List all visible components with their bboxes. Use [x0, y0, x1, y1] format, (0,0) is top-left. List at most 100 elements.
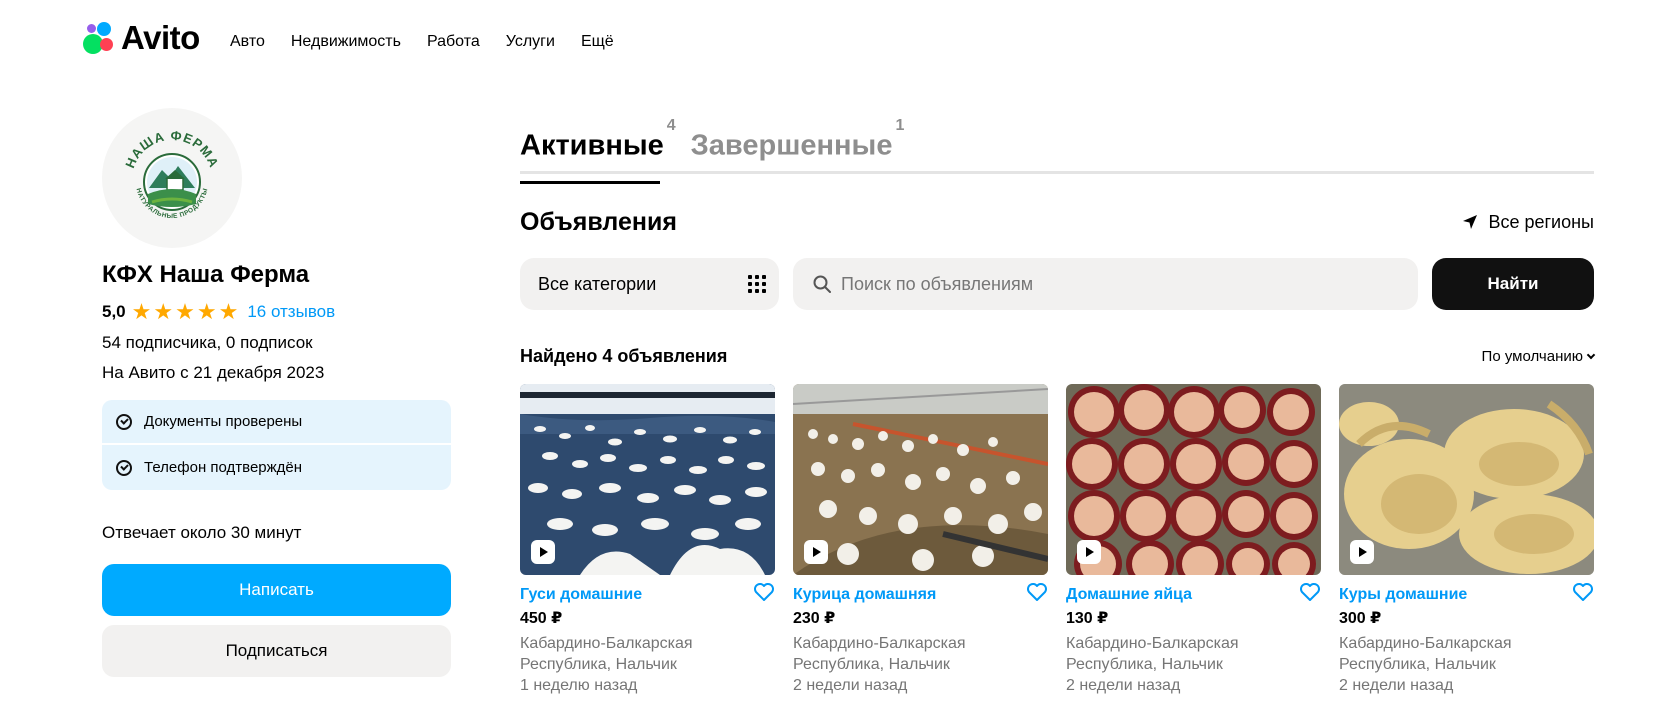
listing-price: 300 ₽	[1339, 610, 1382, 627]
listing-location: Кабардино-Балкарская Республика, Нальчик	[793, 633, 1048, 675]
location-line: Республика, Нальчик	[520, 656, 677, 673]
reviews-link[interactable]: 16 отзывов	[247, 302, 335, 322]
seller-avatar[interactable]: НАША ФЕРМА НАТУРАЛЬНЫЕ ПРОДУКТЫ	[102, 108, 242, 248]
chevron-down-icon	[1586, 350, 1596, 359]
star-icon: ★	[218, 299, 239, 324]
location-line: Республика, Нальчик	[1066, 656, 1223, 673]
tab-label: Завершенные	[690, 129, 893, 162]
section-header: Объявления Все регионы	[520, 204, 1594, 240]
nav-item-auto[interactable]: Авто	[230, 31, 265, 53]
listing-title[interactable]: Гуси домашние	[520, 585, 642, 605]
check-circle-icon	[116, 413, 132, 430]
nav-item-more[interactable]: Ещё	[581, 31, 614, 53]
video-play-icon	[531, 540, 555, 564]
subscribers-count[interactable]: 54 подписчика, 0 подписок	[102, 332, 451, 354]
card-title-row: Домашние яйца	[1066, 582, 1321, 605]
response-time: Отвечает около 30 минут	[102, 523, 302, 542]
listing-photo[interactable]	[1066, 384, 1321, 575]
listing-date: 2 недели назад	[1339, 677, 1454, 694]
star-icon: ★	[196, 299, 217, 324]
location-arrow-icon	[1463, 215, 1478, 229]
listing-title[interactable]: Курица домашняя	[793, 585, 936, 605]
rating-value: 5,0	[102, 302, 126, 321]
regions-label: Все регионы	[1488, 211, 1594, 232]
write-message-button[interactable]: Написать	[102, 564, 451, 616]
avito-logo[interactable]: Avito	[83, 18, 200, 56]
location-line: Республика, Нальчик	[1339, 656, 1496, 673]
check-circle-icon	[116, 459, 132, 476]
listing-card[interactable]: Куры домашние 300 ₽ Кабардино-Балкарская…	[1339, 384, 1594, 696]
heart-icon[interactable]	[1572, 582, 1594, 602]
search-row: Все категории Найти	[520, 258, 1594, 310]
listing-date: 1 неделю назад	[520, 677, 638, 694]
listing-date: 2 недели назад	[793, 677, 908, 694]
listing-photo[interactable]	[793, 384, 1048, 575]
section-title: Объявления	[520, 207, 677, 236]
sort-dropdown[interactable]: По умолчанию	[1481, 347, 1596, 365]
star-icon: ★	[175, 299, 195, 324]
tab-active[interactable]: Активные4	[520, 110, 676, 184]
card-title-row: Гуси домашние	[520, 582, 775, 605]
verification-label: Документы проверены	[144, 413, 303, 430]
find-button[interactable]: Найти	[1432, 258, 1594, 310]
regions-selector[interactable]: Все регионы	[1462, 212, 1594, 233]
sort-label: По умолчанию	[1481, 347, 1583, 365]
listing-card[interactable]: Курица домашняя 230 ₽ Кабардино-Балкарск…	[793, 384, 1048, 696]
location-line: Кабардино-Балкарская	[1066, 635, 1239, 652]
avito-logo-icon	[83, 20, 119, 54]
search-icon	[813, 275, 831, 293]
farm-logo-image: НАША ФЕРМА НАТУРАЛЬНЫЕ ПРОДУКТЫ	[122, 128, 221, 220]
heart-icon[interactable]	[1299, 582, 1321, 602]
category-select[interactable]: Все категории	[520, 258, 779, 310]
location-line: Кабардино-Балкарская	[520, 635, 693, 652]
listing-cards: Гуси домашние 450 ₽ Кабардино-Балкарская…	[520, 384, 1594, 696]
verification-box: Документы проверены Телефон подтверждён	[102, 400, 451, 490]
listing-location: Кабардино-Балкарская Республика, Нальчик	[1339, 633, 1594, 675]
listing-photo[interactable]	[1339, 384, 1594, 575]
chickens-photo	[793, 384, 1048, 575]
category-label: Все категории	[538, 273, 657, 294]
tab-count: 4	[666, 117, 676, 134]
star-icon: ★	[131, 299, 152, 324]
listing-title[interactable]: Куры домашние	[1339, 585, 1467, 605]
tab-completed[interactable]: Завершенные1	[691, 110, 905, 171]
subscribe-button[interactable]: Подписаться	[102, 625, 451, 677]
main-nav: Авто Недвижимость Работа Услуги Ещё	[230, 31, 640, 53]
search-input[interactable]	[841, 273, 1381, 295]
geese-photo	[520, 384, 775, 575]
listing-location: Кабардино-Балкарская Республика, Нальчик	[520, 633, 775, 675]
location-line: Кабардино-Балкарская	[793, 635, 966, 652]
verification-phone: Телефон подтверждён	[102, 445, 451, 490]
location-line: Кабардино-Балкарская	[1339, 635, 1512, 652]
verification-label: Телефон подтверждён	[144, 459, 303, 476]
star-icon: ★	[153, 299, 174, 324]
logo-text: Avito	[121, 18, 200, 56]
listing-title[interactable]: Домашние яйца	[1066, 585, 1192, 605]
member-since: На Авито с 21 декабря 2023	[102, 363, 325, 382]
heart-icon[interactable]	[1026, 582, 1048, 602]
seller-name: КФХ Наша Ферма	[102, 261, 310, 288]
rating-stars: ★ ★ ★ ★ ★	[132, 301, 239, 323]
top-header: Avito Авто Недвижимость Работа Услуги Ещ…	[0, 0, 1680, 80]
tab-label: Активные	[520, 129, 664, 162]
nav-item-realty[interactable]: Недвижимость	[291, 31, 401, 53]
listing-location: Кабардино-Балкарская Республика, Нальчик	[1066, 633, 1321, 675]
listing-price: 230 ₽	[793, 610, 836, 627]
listing-card[interactable]: Домашние яйца 130 ₽ Кабардино-Балкарская…	[1066, 384, 1321, 696]
heart-icon[interactable]	[753, 582, 775, 602]
listing-price: 450 ₽	[520, 610, 563, 627]
search-field[interactable]	[793, 258, 1418, 310]
listings-main: Активные4 Завершенные1 Объявления Все ре…	[520, 110, 1596, 696]
grid-icon	[748, 275, 766, 293]
location-line: Республика, Нальчик	[793, 656, 950, 673]
listing-photo[interactable]	[520, 384, 775, 575]
found-count: Найдено 4 объявления	[520, 345, 728, 366]
seller-sidebar: НАША ФЕРМА НАТУРАЛЬНЫЕ ПРОДУКТЫ КФХ Наша…	[102, 108, 451, 677]
card-title-row: Курица домашняя	[793, 582, 1048, 605]
listing-card[interactable]: Гуси домашние 450 ₽ Кабардино-Балкарская…	[520, 384, 775, 696]
listing-tabs: Активные4 Завершенные1	[520, 110, 1594, 184]
nav-item-services[interactable]: Услуги	[506, 31, 555, 53]
nav-item-jobs[interactable]: Работа	[427, 31, 480, 53]
video-play-icon	[1350, 540, 1374, 564]
verification-documents: Документы проверены	[102, 400, 451, 445]
